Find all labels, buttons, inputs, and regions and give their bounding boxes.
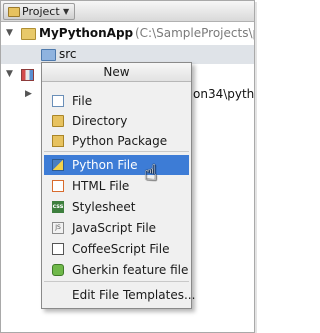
menu-separator: [44, 151, 189, 152]
gherkin-icon: [52, 264, 64, 276]
project-folder-icon: [21, 28, 36, 40]
menu-item-label: Edit File Templates...: [72, 288, 196, 302]
python-file-icon: [52, 159, 64, 171]
menu-separator: [44, 281, 189, 282]
menu-item-label: Stylesheet: [72, 200, 136, 214]
project-tool-window: Project ▼ ▼ MyPythonApp (C:\SampleProjec…: [0, 0, 255, 333]
menu-item-label: Python Package: [72, 134, 168, 148]
popup-title: New: [42, 63, 191, 82]
project-view-dropdown[interactable]: Project ▼: [3, 3, 75, 20]
menu-item-label: File: [72, 94, 93, 108]
project-path: (C:\SampleProjects\py\: [135, 26, 254, 40]
menu-item-coffeescript-file[interactable]: CoffeeScript File: [44, 239, 189, 259]
menu-item-label: CoffeeScript File: [72, 242, 170, 256]
menu-item-edit-file-templates[interactable]: Edit File Templates...: [44, 285, 195, 305]
coffeescript-icon: [52, 243, 64, 255]
hand-cursor-icon: ☝: [144, 161, 158, 186]
html-file-icon: [52, 180, 64, 192]
menu-item-python-file[interactable]: Python File: [44, 155, 189, 175]
sdk-path-partial: on34\python: [193, 87, 255, 101]
tree-row-project[interactable]: ▼ MyPythonApp (C:\SampleProjects\py\: [1, 24, 254, 43]
project-name: MyPythonApp: [39, 26, 134, 40]
menu-item-javascript-file[interactable]: JS JavaScript File: [44, 218, 189, 238]
file-icon: [52, 95, 64, 107]
menu-item-label: JavaScript File: [72, 221, 157, 235]
project-toolbar: Project ▼: [1, 1, 254, 22]
menu-item-label: Python File: [72, 158, 138, 172]
javascript-icon: JS: [52, 222, 64, 234]
folder-icon: [52, 115, 64, 127]
menu-item-label: Directory: [72, 114, 128, 128]
collapsed-arrow-icon[interactable]: ▶: [25, 85, 32, 104]
project-view-label: Project: [22, 5, 60, 18]
menu-item-html-file[interactable]: HTML File: [44, 176, 189, 196]
menu-item-gherkin-feature-file[interactable]: Gherkin feature file: [44, 260, 189, 280]
package-icon: [52, 135, 64, 147]
menu-item-label: Gherkin feature file: [72, 263, 189, 277]
css-icon: css: [52, 201, 64, 213]
menu-item-stylesheet[interactable]: css Stylesheet: [44, 197, 189, 217]
menu-item-label: HTML File: [72, 179, 130, 193]
source-folder-icon: [41, 49, 56, 61]
chevron-down-icon: ▼: [63, 7, 70, 16]
menu-item-directory[interactable]: Directory: [44, 111, 189, 131]
expanded-arrow-icon[interactable]: ▼: [6, 24, 13, 43]
project-folder-icon: [8, 7, 20, 17]
expanded-arrow-icon[interactable]: ▼: [6, 65, 13, 84]
menu-item-file[interactable]: File: [44, 91, 189, 111]
external-libraries-icon: [21, 69, 34, 81]
new-popup-menu: New File Directory Python Package Python…: [41, 62, 195, 309]
menu-item-python-package[interactable]: Python Package: [44, 131, 189, 151]
